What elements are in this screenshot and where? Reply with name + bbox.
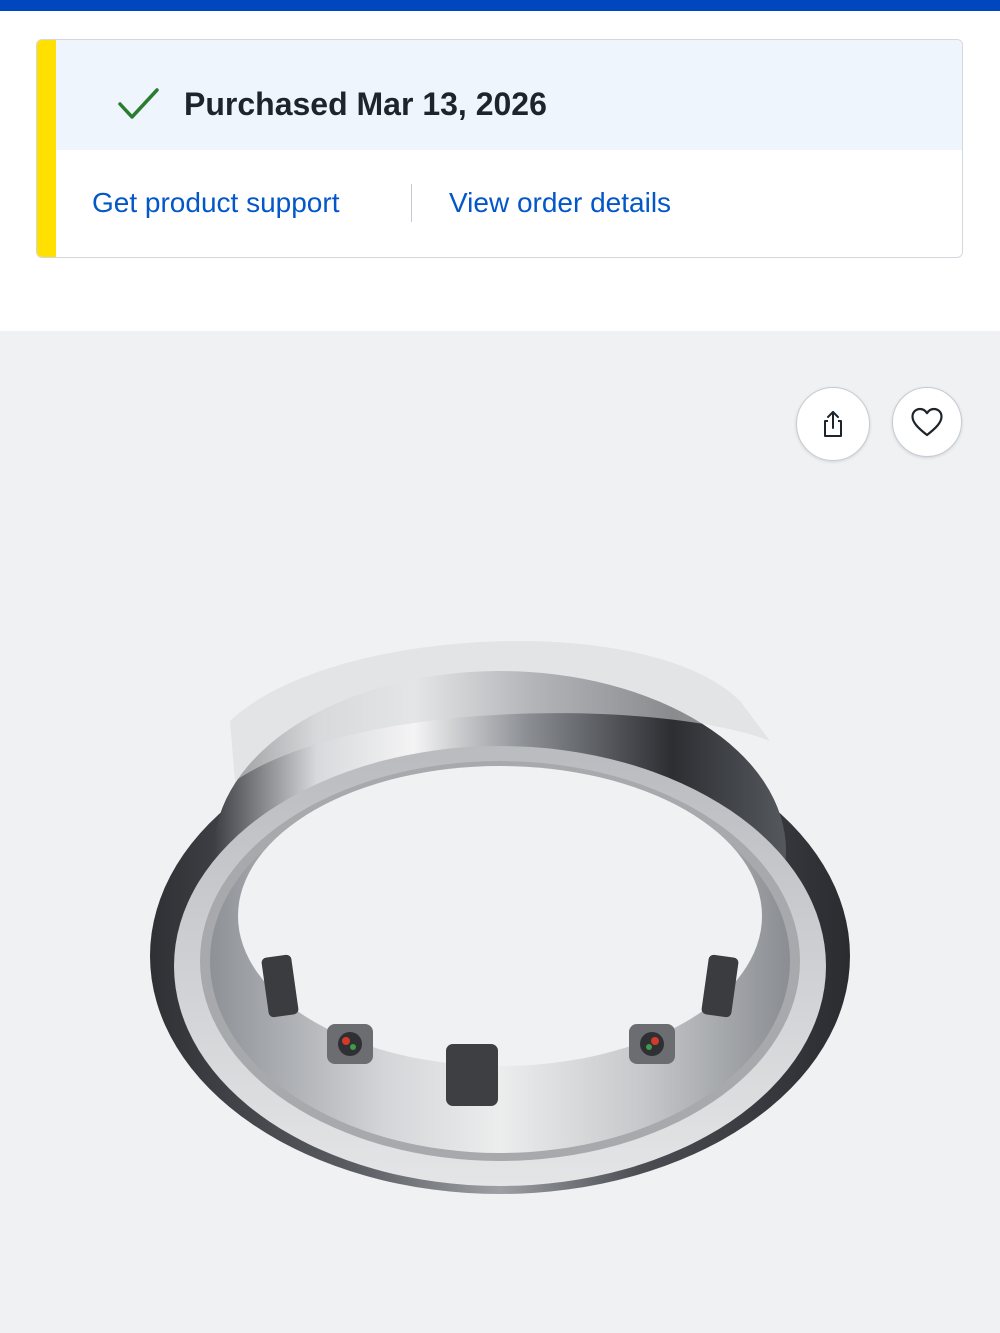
- purchase-status-card: Purchased Mar 13, 2026 Get product suppo…: [36, 39, 963, 258]
- purchase-date-title: Purchased Mar 13, 2026: [184, 86, 547, 122]
- purchase-status-header: Purchased Mar 13, 2026: [56, 40, 962, 150]
- product-media-gallery: [0, 331, 1000, 1333]
- purchase-links: Get product support View order details: [56, 150, 962, 257]
- product-support-link[interactable]: Get product support: [92, 186, 339, 220]
- share-icon: [824, 411, 842, 437]
- share-button[interactable]: [796, 387, 870, 461]
- checkmark-icon: [118, 88, 159, 119]
- favorite-button[interactable]: [892, 387, 962, 457]
- card-accent-stripe: [37, 40, 56, 257]
- top-header-bar: [0, 0, 1000, 11]
- link-divider: [411, 184, 412, 222]
- smart-ring-image: [150, 641, 850, 1194]
- heart-icon: [911, 407, 943, 437]
- order-details-link[interactable]: View order details: [449, 186, 671, 220]
